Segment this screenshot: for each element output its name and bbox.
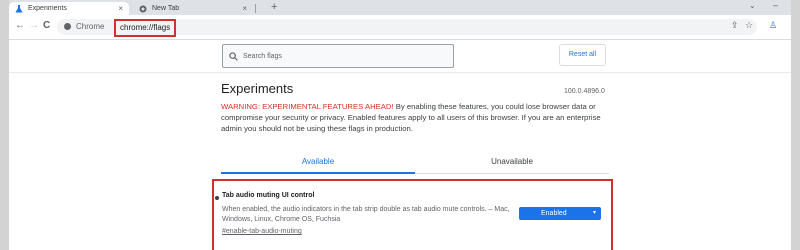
profile-icon[interactable]: ♙ (769, 20, 777, 31)
omnibox-chip-label: Chrome (76, 22, 105, 31)
select-value: Enabled (541, 210, 567, 217)
address-bar[interactable]: Chrome chrome://flags (57, 19, 757, 37)
tab-title: Experiments (28, 5, 67, 12)
flask-icon (15, 4, 23, 13)
share-icon[interactable]: ⇪ (731, 20, 739, 31)
search-input[interactable]: Search flags (222, 44, 454, 68)
warning-lead: WARNING: EXPERIMENTAL FEATURES AHEAD! (221, 102, 394, 111)
tab-title: New Tab (152, 5, 180, 12)
new-tab-button[interactable]: + (271, 1, 277, 13)
tab-strip: Experiments × New Tab × + ⌄ – (9, 0, 791, 15)
experiment-description: When enabled, the audio indicators in th… (222, 206, 510, 223)
tab-new-tab[interactable]: New Tab × (133, 2, 253, 15)
version-label: 100.0.4896.0 (564, 88, 605, 95)
chevron-down-icon[interactable]: ⌄ (749, 1, 756, 10)
page-title: Experiments (221, 81, 294, 96)
experiment-title: Tab audio muting UI control (222, 192, 315, 199)
chrome-icon (139, 5, 147, 13)
minimize-button[interactable]: – (773, 0, 778, 10)
experiment-state-select[interactable]: Enabled ▾ (519, 207, 601, 220)
search-placeholder: Search flags (243, 52, 282, 60)
reload-icon[interactable]: C (43, 20, 50, 31)
active-tab-indicator (221, 172, 415, 174)
toolbar: ← → C Chrome chrome://flags ⇪ ☆ ♙ (9, 15, 791, 40)
experiment-link[interactable]: #enable-tab-audio-muting (222, 228, 302, 235)
flags-tabs: Available Unavailable (221, 152, 609, 174)
search-icon (229, 51, 238, 61)
warning-text: WARNING: EXPERIMENTAL FEATURES AHEAD! By… (221, 101, 616, 134)
tab-separator (255, 4, 256, 13)
close-icon[interactable]: × (242, 4, 247, 13)
browser-window: Experiments × New Tab × + ⌄ – ← → C Chro… (9, 0, 791, 250)
reset-all-button[interactable]: Reset all (559, 44, 606, 66)
forward-icon[interactable]: → (29, 20, 39, 31)
tab-experiments[interactable]: Experiments × (9, 2, 129, 15)
close-icon[interactable]: × (118, 4, 123, 13)
bookmark-icon[interactable]: ☆ (745, 20, 753, 31)
tab-unavailable[interactable]: Unavailable (415, 152, 609, 172)
chevron-down-icon: ▾ (592, 210, 596, 216)
chrome-icon (64, 23, 71, 30)
back-icon[interactable]: ← (15, 20, 25, 31)
enabled-indicator (215, 196, 219, 200)
header-divider (9, 72, 791, 73)
tab-available[interactable]: Available (221, 152, 415, 172)
url-text[interactable]: chrome://flags (114, 19, 177, 37)
